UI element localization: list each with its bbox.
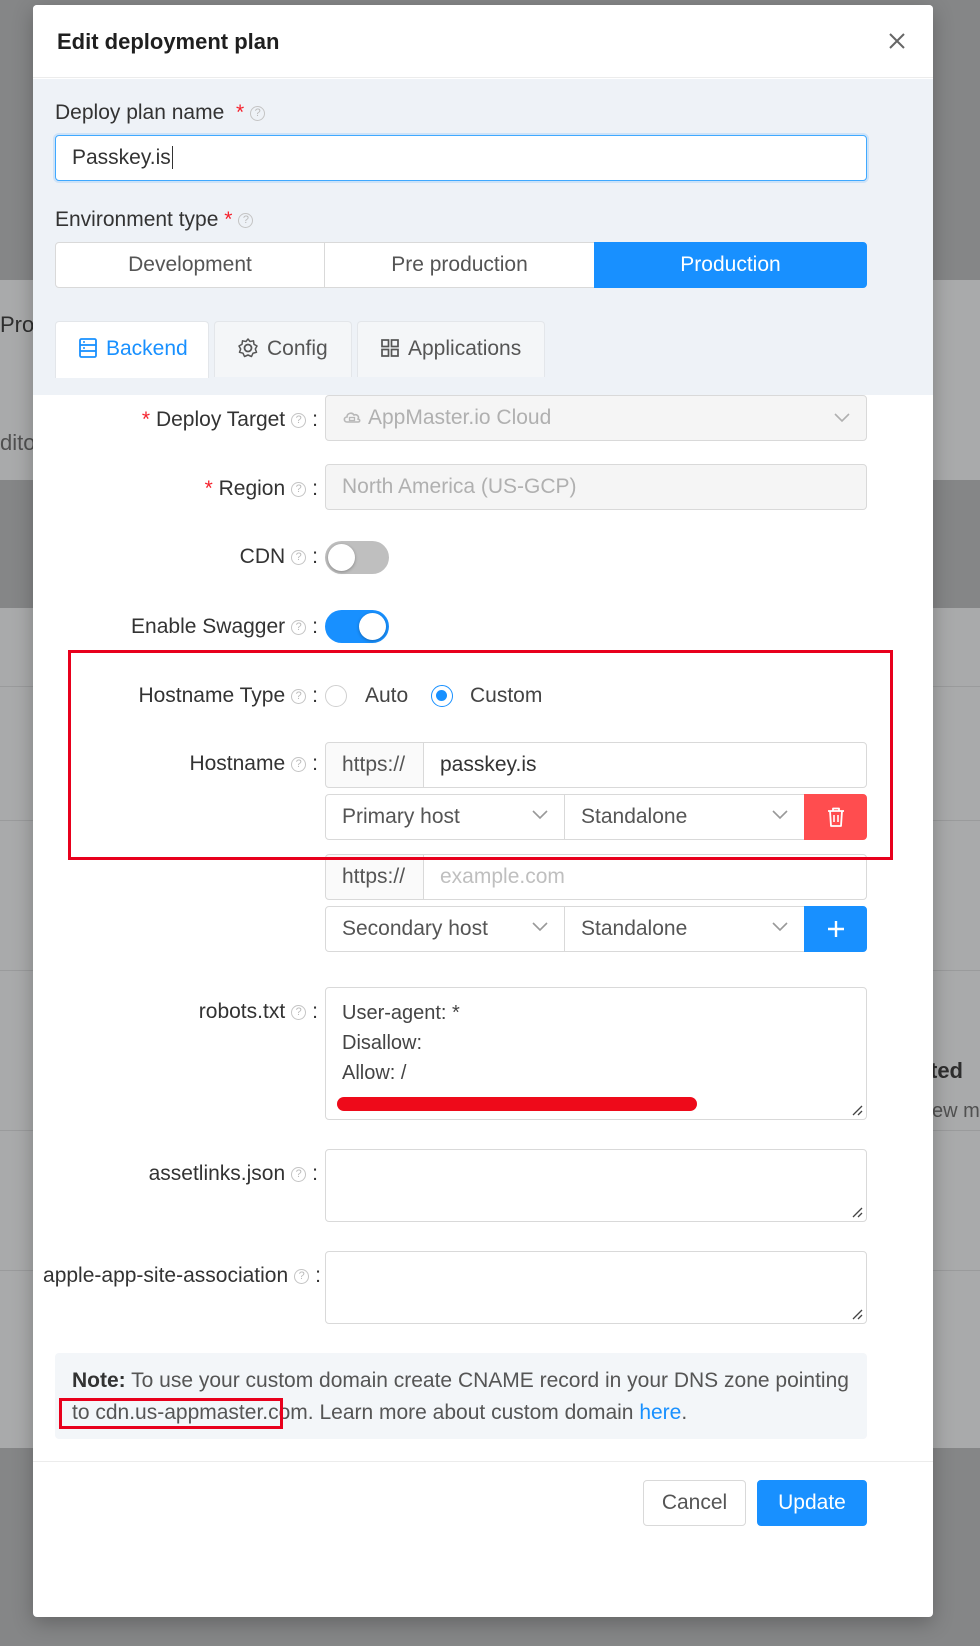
region-label-text: Region — [218, 477, 286, 500]
robots-line: Allow: / — [342, 1062, 407, 1084]
cloud-icon — [343, 412, 361, 423]
redaction-scribble — [337, 1097, 697, 1111]
region-label: * Region?: — [204, 477, 318, 500]
required-mark: * — [141, 408, 151, 431]
learn-more-link[interactable]: here — [639, 1401, 681, 1424]
deploy-target-select[interactable]: AppMaster.io Cloud — [325, 395, 867, 441]
robots-line: Disallow: — [342, 1032, 423, 1054]
tab-applications[interactable]: Applications — [357, 321, 545, 377]
swagger-toggle[interactable] — [325, 610, 389, 643]
close-icon[interactable] — [883, 27, 911, 55]
background-text-ewm: ew m — [932, 1100, 980, 1122]
robots-line: User-agent: * — [342, 1002, 460, 1024]
gear-icon — [238, 338, 258, 358]
assetlinks-label: assetlinks.json?: — [148, 1162, 318, 1185]
required-mark: * — [224, 208, 233, 231]
note-bold: Note: — [72, 1369, 126, 1392]
aasa-label: apple-app-site-association?: — [43, 1264, 321, 1287]
assetlinks-textarea[interactable] — [325, 1149, 867, 1222]
env-option-development[interactable]: Development — [55, 242, 325, 288]
toggle-knob — [328, 544, 355, 571]
deploy-target-value: AppMaster.io Cloud — [368, 406, 552, 429]
server-icon — [79, 338, 97, 358]
plus-icon — [827, 921, 844, 937]
note-text: . — [681, 1401, 688, 1424]
deploy-target-label: * Deploy Target?: — [141, 408, 318, 431]
robots-txt-label-text: robots.txt — [198, 1000, 286, 1023]
background-text-ted: ted — [930, 1058, 963, 1083]
environment-type-label-text: Environment type — [55, 208, 219, 231]
text-cursor: ​ — [171, 146, 173, 169]
tab-config-label: Config — [267, 337, 328, 360]
background-text-editor: dito — [0, 430, 36, 455]
chevron-down-icon — [772, 922, 788, 932]
aasa-textarea[interactable] — [325, 1251, 867, 1324]
modal-title: Edit deployment plan — [57, 29, 280, 54]
resize-handle-icon[interactable] — [851, 1104, 863, 1116]
enable-swagger-label: Enable Swagger?: — [131, 615, 318, 638]
tab-config[interactable]: Config — [214, 321, 352, 377]
deploy-plan-name-label: Deploy plan name *? — [55, 101, 266, 125]
assetlinks-label-text: assetlinks.json — [148, 1162, 286, 1185]
help-icon[interactable]: ? — [291, 412, 307, 428]
add-host-button[interactable] — [804, 906, 867, 952]
tab-backend[interactable]: Backend — [55, 321, 209, 378]
help-icon[interactable]: ? — [250, 105, 266, 121]
aasa-label-text: apple-app-site-association — [43, 1264, 289, 1287]
help-icon[interactable]: ? — [291, 481, 307, 497]
region-input[interactable]: North America (US-GCP) — [325, 464, 867, 510]
note-text: Learn more about custom domain — [313, 1401, 640, 1424]
enable-swagger-label-text: Enable Swagger — [131, 615, 286, 638]
highlight-annotation-hostname — [68, 650, 893, 860]
required-mark: * — [204, 477, 213, 500]
resize-handle-icon[interactable] — [851, 1308, 863, 1320]
hostname-placeholder: example.com — [440, 865, 565, 888]
secondary-hostname-input[interactable]: example.com — [423, 854, 867, 900]
secondary-host-mode-select[interactable]: Standalone — [564, 906, 805, 952]
cdn-label: CDN?: — [239, 545, 318, 568]
highlight-annotation-domain — [59, 1398, 283, 1429]
chevron-down-icon — [532, 922, 548, 932]
cdn-label-text: CDN — [239, 545, 286, 568]
host-role-value: Secondary host — [342, 917, 488, 940]
tab-applications-label: Applications — [408, 337, 522, 360]
env-option-pre-production[interactable]: Pre production — [324, 242, 595, 288]
env-option-production[interactable]: Production — [594, 242, 867, 288]
update-button[interactable]: Update — [757, 1480, 867, 1526]
resize-handle-icon[interactable] — [851, 1206, 863, 1218]
required-mark: * — [235, 101, 245, 124]
secondary-host-role-select[interactable]: Secondary host — [325, 906, 565, 952]
tab-backend-label: Backend — [106, 337, 188, 360]
https-prefix: https:// — [325, 854, 424, 900]
environment-type-label: Environment type *? — [55, 208, 254, 232]
grid-icon — [381, 339, 399, 357]
deploy-plan-name-value: Passkey.is — [72, 146, 171, 169]
edit-deployment-plan-modal: Edit deployment plan Deploy plan name *?… — [33, 5, 933, 1617]
modal-header: Edit deployment plan — [33, 5, 933, 78]
help-icon[interactable]: ? — [294, 1268, 310, 1284]
robots-txt-label: robots.txt?: — [198, 1000, 318, 1023]
help-icon[interactable]: ? — [291, 619, 307, 635]
deploy-target-label-text: Deploy Target — [155, 408, 286, 431]
deploy-plan-name-input[interactable]: Passkey.is​ — [55, 135, 867, 181]
toggle-knob — [359, 613, 386, 640]
help-icon[interactable]: ? — [238, 212, 254, 228]
host-mode-value: Standalone — [581, 917, 688, 940]
cancel-button[interactable]: Cancel — [643, 1480, 746, 1526]
help-icon[interactable]: ? — [291, 549, 307, 565]
background-text-pro: Pro — [0, 312, 35, 337]
help-icon[interactable]: ? — [291, 1004, 307, 1020]
help-icon[interactable]: ? — [291, 1166, 307, 1182]
cdn-toggle[interactable] — [325, 541, 389, 574]
footer-divider — [33, 1461, 933, 1462]
chevron-down-icon — [834, 413, 850, 423]
deploy-plan-name-label-text: Deploy plan name — [55, 101, 225, 124]
